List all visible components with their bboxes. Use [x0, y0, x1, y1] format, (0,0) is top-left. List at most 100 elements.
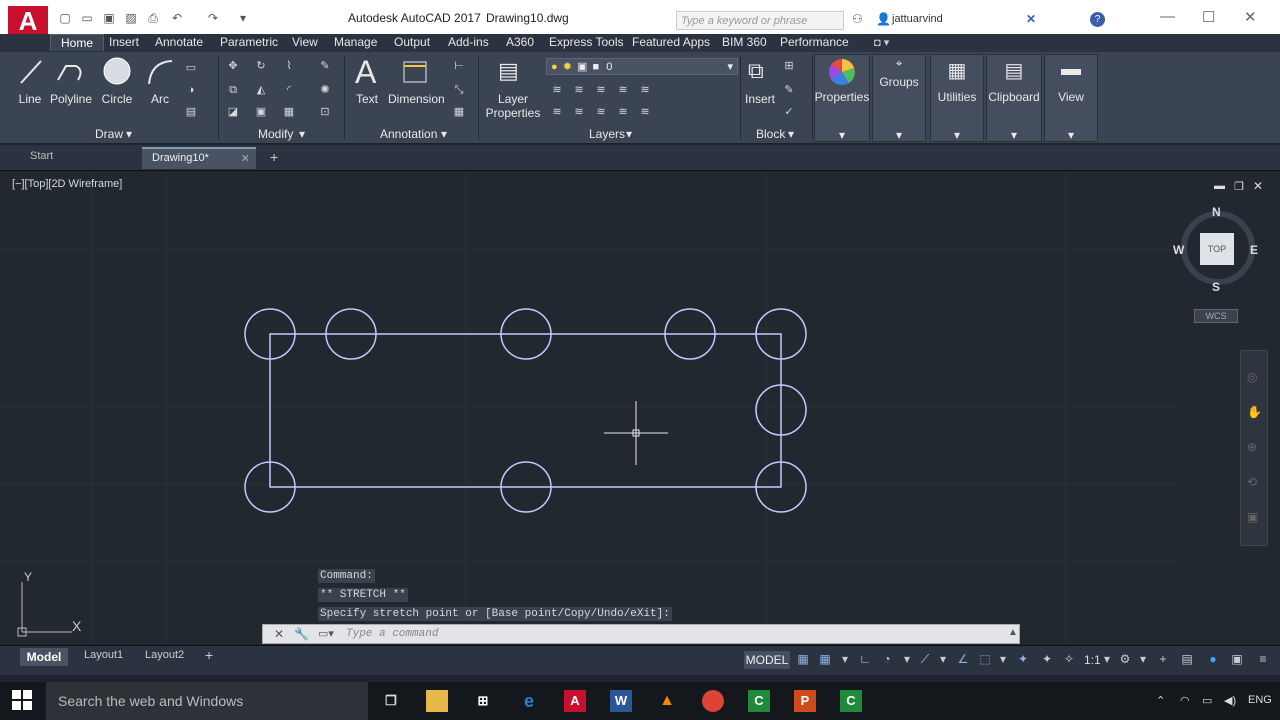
hatch-icon[interactable]: ◑	[184, 84, 198, 96]
battery-icon[interactable]: ▭	[1202, 694, 1212, 707]
annotation-panel-title[interactable]: Annotation	[380, 127, 437, 141]
modify-panel-title[interactable]: Modify	[258, 127, 293, 141]
store-icon[interactable]: ⊞	[472, 690, 494, 712]
redo-icon[interactable]: ↷	[206, 11, 220, 25]
tab-express-tools[interactable]: Express Tools	[549, 35, 623, 49]
polar-tracking-icon[interactable]: ◔	[880, 652, 894, 666]
username[interactable]: jattuarvind	[892, 13, 943, 25]
polyline-icon[interactable]	[56, 58, 86, 86]
snap-dropdown-icon[interactable]: ▾	[838, 652, 852, 666]
tab-home[interactable]: Home	[50, 34, 105, 51]
tab-view[interactable]: View	[292, 35, 318, 49]
object-snap-dropdown-icon[interactable]: ▾	[996, 652, 1010, 666]
explode-icon[interactable]: ✺	[318, 84, 332, 96]
taskbar-search[interactable]: Search the web and Windows	[46, 682, 368, 720]
annotation-panel-dropdown-icon[interactable]: ▾	[441, 127, 447, 141]
rectangle-icon[interactable]: ▭	[184, 62, 198, 74]
object-snap-icon[interactable]: ⬚	[978, 652, 992, 666]
attribute-icon[interactable]: ✓	[782, 106, 796, 118]
tab-drawing10[interactable]: Drawing10* ✕	[142, 147, 256, 169]
create-block-icon[interactable]: ⊞	[782, 60, 796, 72]
groups-button[interactable]: Groups	[872, 75, 926, 89]
edge-icon[interactable]: e	[518, 690, 540, 712]
polar-dropdown-icon[interactable]: ▾	[900, 652, 914, 666]
properties-button[interactable]: Properties	[814, 90, 870, 104]
model-space-button[interactable]: MODEL	[744, 651, 790, 669]
help-icon[interactable]: ?	[1090, 12, 1105, 27]
scale-dropdown-icon[interactable]: ▾	[1100, 652, 1114, 666]
chrome-icon[interactable]	[702, 690, 724, 712]
viewcube-top-face[interactable]: TOP	[1200, 233, 1234, 265]
compass-east[interactable]: E	[1250, 243, 1258, 257]
tab-insert[interactable]: Insert	[109, 35, 139, 49]
units-icon[interactable]: ▤	[1180, 652, 1194, 666]
ribbon-options-icon[interactable]: ◘ ▾	[874, 36, 889, 49]
recent-commands-icon[interactable]: ▭▾	[318, 627, 334, 640]
wcs-menu[interactable]: WCS	[1194, 309, 1238, 323]
offset-icon[interactable]: ⊡	[318, 106, 332, 118]
snap-mode-icon[interactable]: ▦	[818, 652, 832, 666]
clipboard-button[interactable]: Clipboard	[986, 90, 1042, 104]
autocad-logo-button[interactable]: A	[8, 6, 48, 36]
mirror-icon[interactable]: ◭	[254, 84, 268, 96]
camtasia-icon[interactable]: C	[748, 690, 770, 712]
undo-icon[interactable]: ↶	[170, 11, 184, 25]
dimension-button[interactable]: Dimension	[388, 92, 445, 106]
compass-west[interactable]: W	[1173, 243, 1184, 257]
insert-block-icon[interactable]: ⧉	[748, 58, 764, 84]
tab-output[interactable]: Output	[394, 35, 430, 49]
annotation-monitor-plus-icon[interactable]: +	[1156, 652, 1170, 666]
annotation-scale[interactable]: 1:1	[1084, 653, 1101, 667]
layer-dropdown[interactable]: ● ✹ ▣ ■ 0 ▾	[546, 58, 738, 75]
tab-featured-apps[interactable]: Featured Apps	[632, 35, 710, 49]
annotation-monitor-icon[interactable]: ✧	[1062, 652, 1076, 666]
trim-icon[interactable]: ⌇	[282, 60, 296, 72]
tab-annotate[interactable]: Annotate	[155, 35, 203, 49]
annotation-visibility-icon[interactable]: ✦	[1016, 652, 1030, 666]
view-dropdown-icon[interactable]: ▾	[1044, 128, 1098, 142]
block-panel-dropdown-icon[interactable]: ▾	[788, 127, 794, 141]
leader-icon[interactable]: ⊢	[452, 60, 466, 72]
erase-icon[interactable]: ✎	[318, 60, 332, 72]
tab-add-ins[interactable]: Add-ins	[448, 35, 489, 49]
stretch-icon[interactable]: ◪	[226, 106, 240, 118]
compass-south[interactable]: S	[1212, 280, 1220, 294]
autocad-taskbar-icon[interactable]: A	[564, 690, 586, 712]
layer-properties-button[interactable]: Layer Properties	[484, 92, 542, 120]
close-icon[interactable]: ✕	[1244, 8, 1257, 26]
utilities-button[interactable]: Utilities	[930, 90, 984, 104]
scale-icon[interactable]: ▣	[254, 106, 268, 118]
minimize-icon[interactable]: —	[1160, 8, 1175, 25]
view-button[interactable]: View	[1044, 90, 1098, 104]
save-icon[interactable]: ▣	[102, 11, 116, 25]
clean-screen-icon[interactable]: ▣	[1230, 652, 1244, 666]
user-icon[interactable]: 👤	[876, 12, 891, 26]
layer-tool-icon[interactable]: ≋	[616, 84, 630, 96]
save-as-icon[interactable]: ▨	[124, 11, 138, 25]
dimension-icon[interactable]	[400, 58, 430, 86]
maximize-icon[interactable]: ☐	[1202, 8, 1215, 26]
layer-tool-icon[interactable]: ≋	[594, 106, 608, 118]
line-button[interactable]: Line	[14, 92, 46, 106]
layer-tool-icon[interactable]: ≋	[638, 106, 652, 118]
camtasia-recorder-icon[interactable]: C	[840, 690, 862, 712]
tab-start[interactable]: Start	[30, 150, 53, 162]
language-indicator[interactable]: ENG	[1248, 694, 1272, 706]
showmotion-icon[interactable]: ▣	[1247, 510, 1258, 524]
ortho-icon[interactable]: ∟	[858, 652, 872, 666]
layer-tool-icon[interactable]: ≋	[550, 84, 564, 96]
text-icon[interactable]: A	[355, 54, 376, 91]
circle-button[interactable]: Circle	[100, 92, 134, 106]
tab-manage[interactable]: Manage	[334, 35, 377, 49]
layer-tool-icon[interactable]: ≋	[572, 84, 586, 96]
close-command-icon[interactable]: ✕	[274, 627, 284, 641]
workspace-dropdown-icon[interactable]: ▾	[1136, 652, 1150, 666]
open-file-icon[interactable]: ▭	[80, 11, 94, 25]
tab-model[interactable]: Model	[20, 648, 68, 666]
wifi-icon[interactable]: ◠	[1180, 694, 1190, 707]
line-icon[interactable]	[18, 58, 44, 86]
tab-layout1[interactable]: Layout1	[84, 649, 123, 661]
polyline-button[interactable]: Polyline	[48, 92, 94, 106]
tab-parametric[interactable]: Parametric	[220, 35, 278, 49]
orbit-icon[interactable]: ⟲	[1247, 475, 1257, 489]
